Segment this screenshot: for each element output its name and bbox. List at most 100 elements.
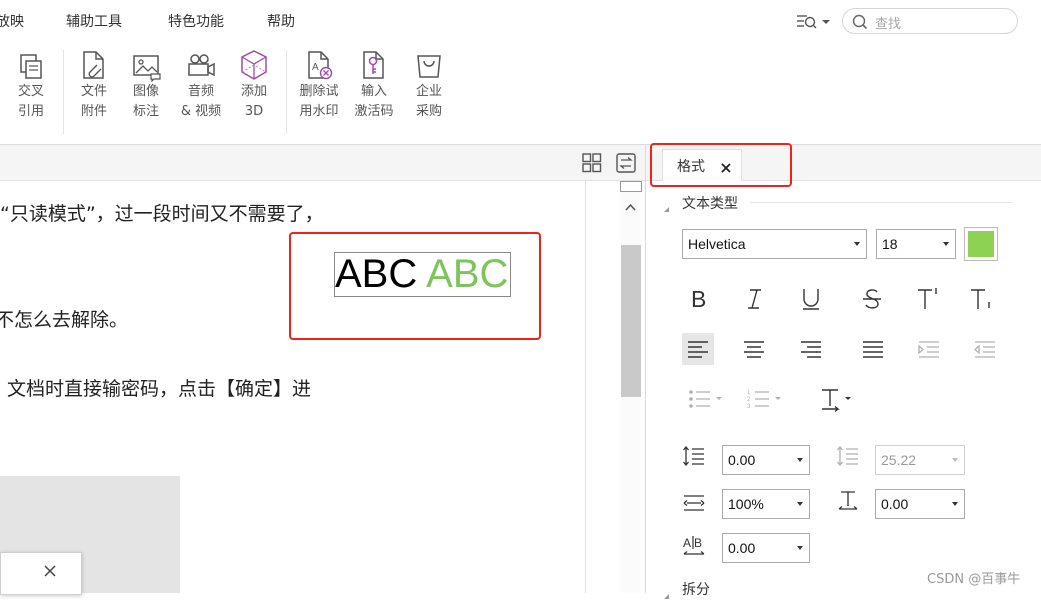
baseline-offset-icon — [836, 489, 860, 517]
vertical-scrollbar[interactable] — [585, 181, 646, 593]
document-toolbar-strip — [0, 145, 645, 181]
highlight-box-tab — [650, 143, 792, 187]
popup-dialog — [0, 552, 82, 595]
activation-code-button[interactable]: 输入 激活码 — [350, 48, 398, 122]
image-annotation-button[interactable]: 图像 标注 — [126, 48, 166, 122]
subscript-button[interactable] — [968, 283, 1000, 315]
svg-text:A: A — [683, 536, 691, 550]
scroll-thumb[interactable] — [621, 245, 641, 397]
line-height-icon — [836, 444, 860, 472]
scroll-up-icon[interactable] — [625, 196, 636, 215]
doc-text-line: 文档时直接输密码，点击【确定】进 — [7, 378, 312, 400]
chevron-down-icon — [952, 502, 958, 506]
underline-icon — [803, 289, 819, 310]
indent-icon — [918, 341, 939, 358]
view-options-icon[interactable] — [795, 11, 833, 31]
svg-text:2: 2 — [747, 397, 751, 403]
outdent-icon — [974, 341, 995, 358]
superscript-icon — [918, 288, 937, 309]
chevron-down-icon — [943, 242, 949, 246]
chevron-down-icon — [797, 458, 803, 462]
search-icon — [852, 14, 868, 34]
chevron-down-icon — [797, 502, 803, 506]
doc-text-line: “只读模式”，过一段时间又不需要了， — [0, 203, 324, 225]
watermark: CSDN @百事牛 — [927, 572, 1021, 587]
activation-key-icon — [359, 48, 389, 82]
align-left-icon — [688, 341, 708, 358]
chevron-down-icon — [797, 546, 803, 550]
strikethrough-button[interactable] — [856, 283, 888, 315]
outdent-button[interactable] — [969, 333, 1001, 365]
align-center-icon — [744, 341, 764, 358]
highlight-box-text — [289, 232, 541, 340]
chevron-down-icon — [952, 458, 958, 462]
underline-button[interactable] — [795, 283, 827, 315]
bullet-list-icon — [689, 390, 722, 408]
add-3d-icon — [239, 48, 269, 82]
chevron-down-icon — [854, 242, 860, 246]
doc-text-line: 不怎么去解除。 — [0, 309, 129, 331]
section-title-split: 拆分 — [682, 582, 710, 598]
superscript-button[interactable] — [913, 283, 945, 315]
indent-button[interactable] — [913, 333, 945, 365]
menu-tools[interactable]: 辅助工具 — [66, 11, 122, 31]
section-expand-icon[interactable] — [663, 198, 670, 217]
justify-button[interactable] — [857, 333, 889, 365]
baseline-offset-select[interactable]: 0.00 — [875, 489, 965, 519]
ribbon-divider — [63, 50, 64, 134]
font-family-select[interactable]: Helvetica — [682, 229, 867, 259]
section-title-text-type: 文本类型 — [682, 196, 738, 212]
enterprise-purchase-button[interactable]: 企业 采购 — [409, 48, 449, 122]
char-spacing-icon: A B — [682, 534, 706, 562]
numbered-list-button[interactable]: 1 2 3 — [745, 383, 787, 415]
remove-watermark-button[interactable]: A 删除试 用水印 — [295, 48, 343, 122]
search-input[interactable]: 查找 — [842, 8, 1018, 34]
align-right-icon — [801, 341, 821, 358]
numbered-list-icon: 1 2 3 — [747, 390, 781, 410]
format-panel: 格式 文本类型 Helvetica 18 B 1 2 3 0.00 25.22 … — [645, 145, 1041, 599]
close-icon[interactable] — [43, 563, 57, 582]
text-direction-button[interactable] — [818, 383, 860, 415]
search-placeholder: 查找 — [875, 17, 902, 32]
remove-watermark-icon: A — [304, 48, 334, 82]
ribbon-toolbar: 交叉 引用 文件 附件 图像 标注 音频 & 视频 添加 3D A 删除试 用水… — [0, 42, 1041, 145]
line-spacing-select[interactable]: 0.00 — [722, 445, 810, 475]
char-scale-icon — [682, 491, 706, 519]
ribbon-divider — [286, 50, 287, 134]
justify-icon — [863, 341, 883, 358]
menu-present[interactable]: 放映 — [0, 11, 24, 31]
add-3d-button[interactable]: 添加 3D — [234, 48, 274, 122]
bold-icon: B — [691, 286, 706, 312]
bold-button[interactable]: B — [684, 283, 716, 315]
file-attachment-icon — [79, 48, 109, 82]
toggle-panel-icon[interactable] — [616, 153, 636, 177]
subscript-icon — [971, 289, 990, 309]
strikethrough-icon — [863, 289, 881, 309]
menu-features[interactable]: 特色功能 — [168, 11, 224, 31]
align-left-button[interactable] — [682, 333, 714, 365]
svg-text:A: A — [312, 62, 319, 73]
cross-reference-button[interactable]: 交叉 引用 — [11, 48, 51, 122]
section-expand-icon[interactable] — [663, 585, 670, 604]
file-attachment-button[interactable]: 文件 附件 — [74, 48, 114, 122]
text-color-picker[interactable] — [964, 227, 998, 261]
audio-video-button[interactable]: 音频 & 视频 — [174, 48, 228, 122]
text-direction-icon — [822, 389, 851, 413]
font-size-select[interactable]: 18 — [876, 229, 956, 259]
cross-reference-icon — [16, 48, 46, 82]
svg-text:3: 3 — [747, 404, 751, 410]
svg-text:1: 1 — [747, 390, 751, 396]
italic-icon — [748, 289, 761, 309]
menu-bar: 放映 辅助工具 特色功能 帮助 查找 — [0, 0, 1041, 42]
section-divider — [750, 202, 1012, 203]
image-annotation-icon — [131, 48, 161, 83]
char-scale-select[interactable]: 100% — [722, 489, 810, 519]
char-spacing-select[interactable]: 0.00 — [722, 533, 810, 563]
align-center-button[interactable] — [738, 333, 770, 365]
align-right-button[interactable] — [795, 333, 827, 365]
grid-view-icon[interactable] — [582, 153, 602, 177]
color-swatch — [968, 231, 994, 257]
bullet-list-button[interactable] — [686, 383, 728, 415]
menu-help[interactable]: 帮助 — [267, 11, 295, 31]
italic-button[interactable] — [739, 283, 771, 315]
